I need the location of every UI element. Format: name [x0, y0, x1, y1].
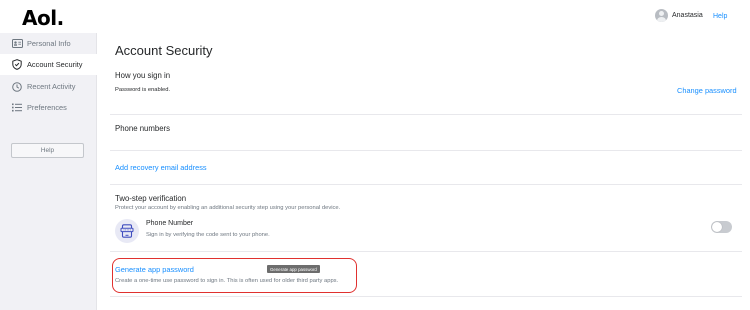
divider: [110, 150, 742, 151]
phone-numbers-heading: Phone numbers: [115, 124, 171, 133]
two-step-heading: Two-step verification: [115, 194, 187, 203]
sidebar-item-recent-activity[interactable]: Recent Activity: [0, 76, 97, 97]
divider: [110, 114, 742, 115]
divider: [110, 296, 742, 297]
phone-icon: [115, 219, 139, 243]
sidebar-item-preferences[interactable]: Preferences: [0, 97, 97, 118]
main-content: Account Security How you sign in Passwor…: [97, 33, 750, 310]
page-title: Account Security: [115, 43, 213, 58]
phone-number-method-title: Phone Number: [146, 220, 194, 227]
add-recovery-email-link[interactable]: Add recovery email address: [115, 163, 207, 172]
list-icon: [11, 102, 23, 114]
user-menu[interactable]: Anastasia: [655, 9, 703, 22]
divider: [110, 251, 742, 252]
divider: [110, 184, 742, 185]
sidebar-item-label: Account Security: [27, 60, 83, 69]
top-bar: Aol. Anastasia Help: [0, 0, 750, 33]
sidebar-item-account-security[interactable]: Account Security: [0, 54, 97, 75]
header-help-link[interactable]: Help: [713, 13, 727, 20]
two-step-toggle[interactable]: [711, 221, 732, 233]
user-name: Anastasia: [672, 12, 703, 19]
clock-icon: [11, 81, 23, 93]
change-password-link[interactable]: Change password: [677, 86, 737, 95]
sidebar-item-label: Personal Info: [27, 39, 71, 48]
sidebar-help-button[interactable]: Help: [11, 143, 84, 158]
sidebar-item-label: Recent Activity: [27, 82, 76, 91]
shield-icon: [11, 59, 23, 71]
highlight-annotation: [112, 258, 357, 293]
avatar-icon: [655, 9, 668, 22]
sign-in-heading: How you sign in: [115, 71, 171, 80]
sidebar-item-label: Preferences: [27, 103, 67, 112]
sidebar-item-personal-info[interactable]: Personal Info: [0, 33, 97, 54]
id-card-icon: [11, 38, 23, 50]
password-status: Password is enabled.: [115, 87, 171, 93]
two-step-description: Protect your account by enabling an addi…: [115, 205, 341, 211]
aol-logo[interactable]: Aol.: [22, 6, 64, 30]
sidebar: Personal Info Account Security Recent Ac…: [0, 33, 97, 310]
toggle-knob: [712, 222, 722, 232]
phone-number-method-description: Sign in by verifying the code sent to yo…: [146, 232, 270, 238]
